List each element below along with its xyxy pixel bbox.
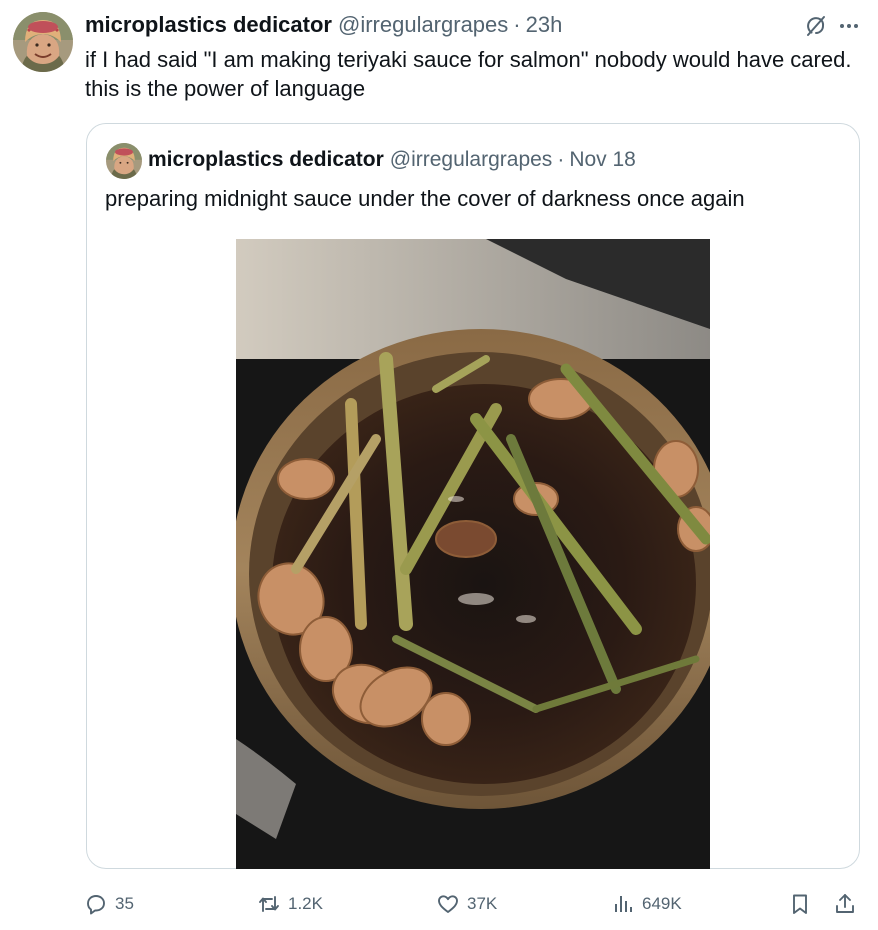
author-name[interactable]: microplastics dedicator — [85, 11, 332, 39]
reply-count: 35 — [115, 894, 134, 913]
quoted-author-name: microplastics dedicator — [148, 148, 384, 171]
repost-icon — [259, 896, 279, 912]
views-button[interactable]: 649K — [611, 888, 682, 920]
quoted-tweet-date: Nov 18 — [569, 148, 636, 171]
tweet-timestamp[interactable]: 23h — [526, 11, 563, 39]
quoted-tweet-photo[interactable] — [236, 239, 710, 869]
tweet-action-bar: 35 1.2K 37K 649K — [84, 888, 864, 920]
like-button[interactable]: 37K — [436, 888, 497, 920]
separator-dot: · — [513, 12, 521, 37]
like-icon — [438, 895, 458, 913]
more-icon[interactable] — [838, 15, 860, 37]
tweet-header: microplastics dedicator @irregulargrapes… — [85, 11, 562, 39]
tweet-text: if I had said "I am making teriyaki sauc… — [85, 47, 852, 101]
author-handle[interactable]: @irregulargrapes — [338, 11, 508, 39]
tweet-top-actions — [804, 14, 860, 38]
author-avatar[interactable] — [13, 12, 73, 72]
repost-button[interactable]: 1.2K — [257, 888, 323, 920]
views-icon — [615, 896, 632, 912]
reply-icon — [87, 895, 105, 915]
quoted-tweet-card[interactable]: microplastics dedicator @irregulargrapes… — [86, 123, 860, 869]
like-count: 37K — [467, 894, 498, 913]
view-count: 649K — [642, 894, 682, 913]
separator-dot: · — [557, 148, 565, 171]
reply-button[interactable]: 35 — [84, 888, 134, 920]
grok-icon[interactable] — [804, 14, 828, 38]
quoted-author-avatar — [106, 143, 142, 179]
share-button[interactable] — [833, 888, 857, 920]
quoted-tweet-header: microplastics dedicator @irregulargrapes… — [148, 146, 636, 174]
share-icon — [836, 894, 854, 913]
bookmark-button[interactable] — [788, 888, 812, 920]
repost-count: 1.2K — [288, 894, 323, 913]
quoted-author-handle: @irregulargrapes — [389, 148, 553, 171]
quoted-tweet-text: preparing midnight sauce under the cover… — [105, 186, 745, 211]
bookmark-icon — [793, 894, 807, 914]
